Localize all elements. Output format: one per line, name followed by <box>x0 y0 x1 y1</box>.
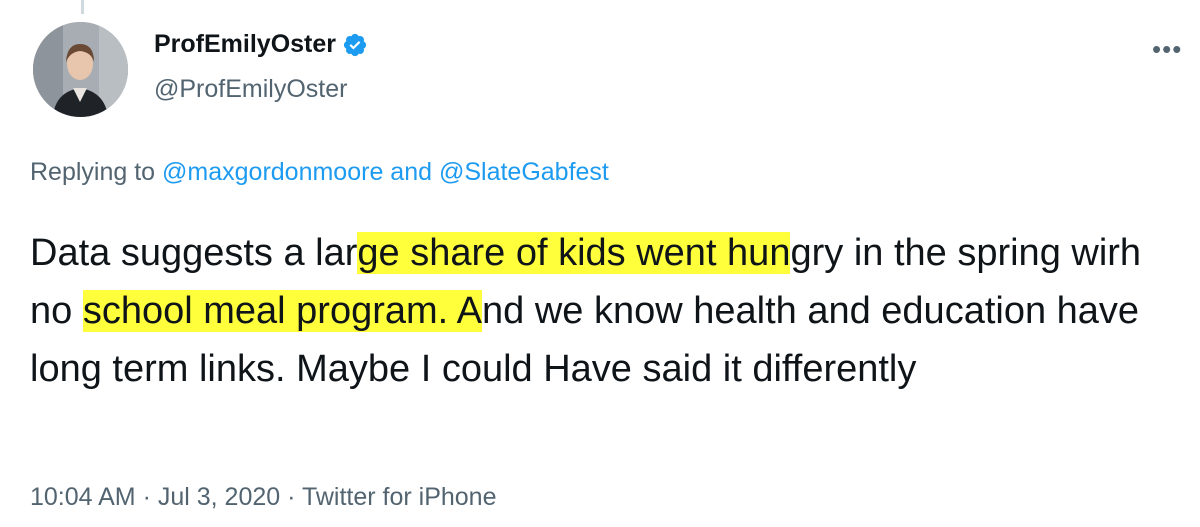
author-avatar[interactable] <box>33 22 128 117</box>
replying-prefix: Replying to <box>30 158 163 186</box>
highlighted-text: school meal program. A <box>82 290 483 332</box>
more-dots-icon[interactable]: ••• <box>1152 36 1182 62</box>
mention-joiner: and <box>383 158 439 186</box>
author-handle[interactable]: @ProfEmilyOster <box>154 75 347 104</box>
tweet-text: Data suggests a large share of kids went… <box>30 224 1190 398</box>
thread-connector-line <box>81 0 84 14</box>
replying-to-line: Replying to @maxgordonmoore and @SlateGa… <box>30 158 609 187</box>
meta-separator: · <box>280 483 302 511</box>
author-display-name[interactable]: ProfEmilyOster <box>154 30 368 59</box>
tweet-metadata: 10:04 AM · Jul 3, 2020 · Twitter for iPh… <box>30 483 496 512</box>
mention-link[interactable]: @SlateGabfest <box>439 158 609 186</box>
author-name-text[interactable]: ProfEmilyOster <box>154 30 336 59</box>
tweet-time[interactable]: 10:04 AM <box>30 483 136 511</box>
tweet-date[interactable]: Jul 3, 2020 <box>158 483 280 511</box>
tweet-source: Twitter for iPhone <box>301 483 497 511</box>
meta-separator: · <box>135 483 158 511</box>
tweet-text-segment: Data suggests a lar <box>30 232 358 274</box>
verified-badge-icon <box>342 32 368 58</box>
highlighted-text: ge share of kids went hun <box>357 232 791 274</box>
profile-photo-icon <box>33 22 128 117</box>
mention-link[interactable]: @maxgordonmoore <box>162 158 383 186</box>
